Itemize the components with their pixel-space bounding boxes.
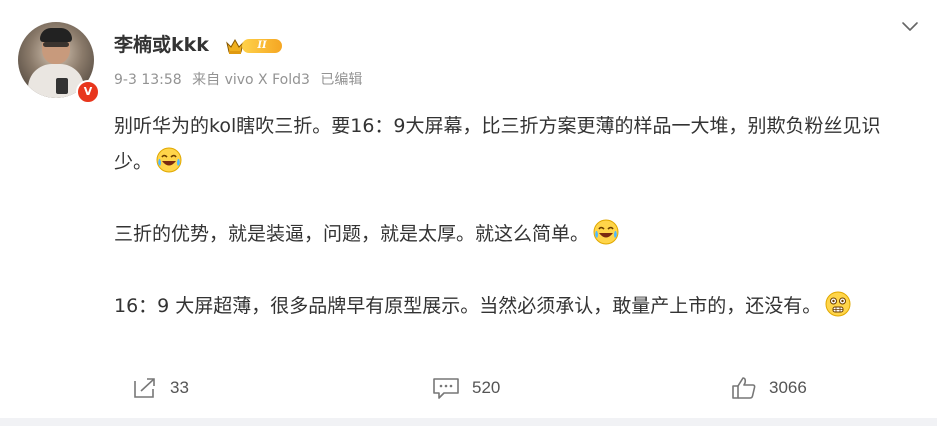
post-source: 来自 vivo X Fold3: [192, 72, 310, 88]
verified-badge-icon: V: [76, 80, 100, 104]
post-paragraph: 三折的优势，就是装逼，问题，就是太厚。就这么简单。: [114, 216, 914, 252]
author-name[interactable]: 李楠或kkk: [114, 33, 209, 57]
repost-icon: [134, 378, 155, 398]
post-paragraph: 16：9 大屏超薄，很多品牌早有原型展示。当然必须承认，敢量产上市的，还没有。: [114, 288, 914, 324]
post-action-bar: 33 520 3066: [0, 368, 937, 408]
laugh-cry-emoji-icon: [156, 147, 182, 173]
edited-label[interactable]: 已编辑: [320, 72, 362, 88]
like-count: 3066: [769, 378, 807, 397]
post-meta: 9-3 13:58 来自 vivo X Fold3 已编辑: [114, 70, 368, 90]
chevron-down-icon[interactable]: [900, 20, 920, 34]
shocked-emoji-icon: [825, 291, 851, 317]
repost-button[interactable]: 33: [132, 374, 189, 402]
comment-button[interactable]: 520: [432, 374, 500, 402]
repost-count: 33: [170, 378, 189, 397]
author-avatar[interactable]: V: [18, 22, 100, 104]
like-button[interactable]: 3066: [731, 374, 807, 402]
vip-level-badge[interactable]: II: [225, 36, 283, 56]
vip-level-label: II: [242, 39, 282, 53]
comment-icon: [433, 378, 459, 399]
post-content: 别听华为的kol瞎吹三折。要16：9大屏幕，比三折方案更薄的样品一大堆，别欺负粉…: [114, 108, 914, 360]
post-time[interactable]: 9-3 13:58: [114, 72, 182, 88]
comment-count: 520: [472, 378, 501, 397]
weibo-post-card: V 李楠或kkk II 9-3 13:58 来自 vivo X Fold3 已编…: [0, 0, 937, 418]
laugh-cry-emoji-icon: [593, 219, 619, 245]
thumbs-up-icon: [732, 377, 756, 399]
feed-separator: [0, 418, 937, 426]
post-paragraph: 别听华为的kol瞎吹三折。要16：9大屏幕，比三折方案更薄的样品一大堆，别欺负粉…: [114, 115, 881, 173]
